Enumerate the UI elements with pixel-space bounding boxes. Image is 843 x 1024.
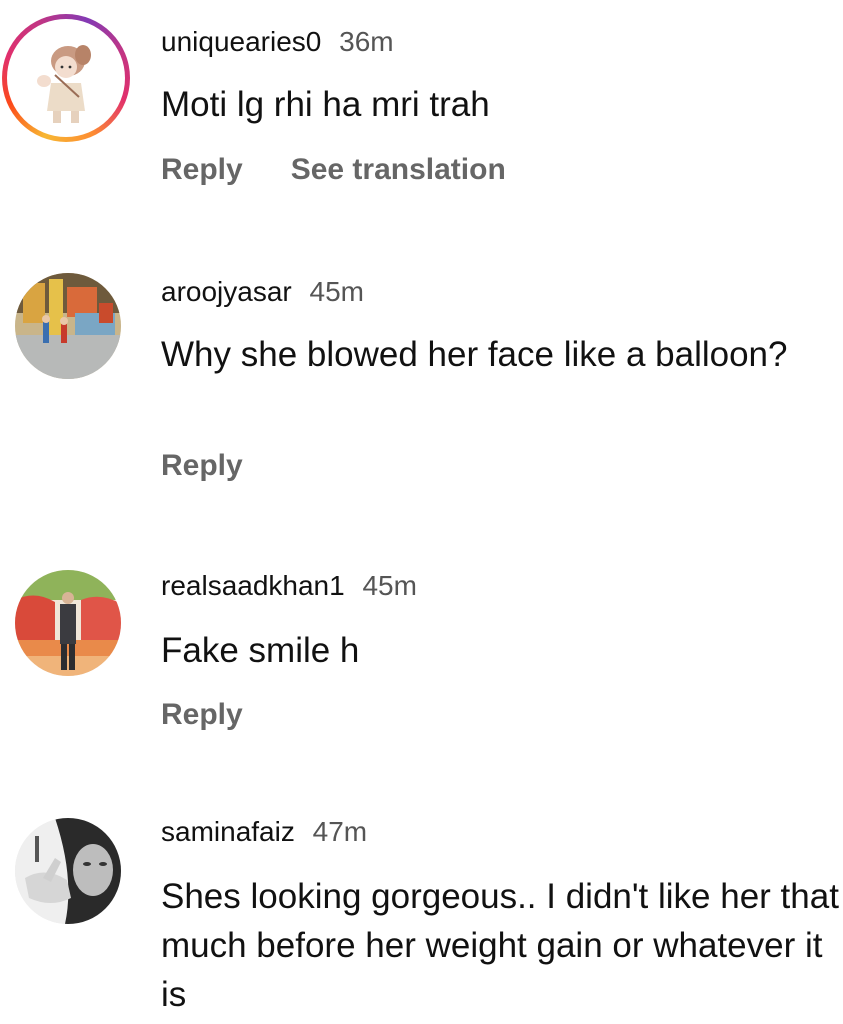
- cartoon-girl-avatar-icon: [11, 23, 121, 133]
- timestamp: 47m: [312, 816, 368, 847]
- comment-meta: uniquearies0 36m: [161, 25, 394, 59]
- playground-photo-avatar-icon: [15, 273, 121, 379]
- see-translation-button[interactable]: See translation: [291, 153, 506, 186]
- avatar[interactable]: [15, 818, 121, 924]
- avatar[interactable]: [15, 273, 121, 379]
- reply-button[interactable]: Reply: [161, 153, 243, 186]
- timestamp: 45m: [362, 570, 417, 601]
- comment-text: Moti lg rhi ha mri trah: [161, 85, 490, 124]
- comment-actions: Reply: [161, 448, 243, 484]
- timestamp: 36m: [339, 26, 394, 57]
- username[interactable]: aroojyasar: [161, 276, 292, 307]
- selfie-photo-avatar-icon: [15, 818, 121, 924]
- comment-actions: Reply See translation: [161, 152, 506, 188]
- username[interactable]: realsaadkhan1: [161, 570, 345, 601]
- comment-meta: aroojyasar 45m: [161, 275, 364, 309]
- comment-meta: realsaadkhan1 45m: [161, 569, 417, 603]
- reply-button[interactable]: Reply: [161, 449, 243, 482]
- comment-text: Shes looking gorgeous.. I didn't like he…: [161, 877, 839, 1014]
- reply-button[interactable]: Reply: [161, 698, 243, 731]
- username[interactable]: saminafaiz: [161, 816, 295, 847]
- comment-text: Fake smile h: [161, 631, 360, 670]
- story-ring[interactable]: [2, 14, 130, 142]
- comment-meta: saminafaiz 47m: [161, 815, 367, 849]
- comment-actions: Reply: [161, 697, 243, 733]
- man-standing-photo-avatar-icon: [15, 570, 121, 676]
- avatar[interactable]: [11, 23, 121, 133]
- timestamp: 45m: [309, 276, 364, 307]
- username[interactable]: uniquearies0: [161, 26, 321, 57]
- avatar[interactable]: [15, 570, 121, 676]
- comment-text: Why she blowed her face like a balloon?: [161, 335, 788, 374]
